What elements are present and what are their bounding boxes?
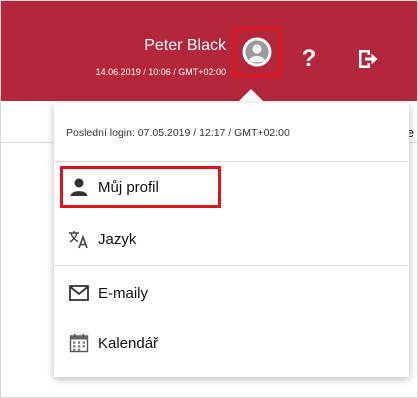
dropdown-caret [237,89,265,103]
menu-item-profile[interactable]: Můj profil [54,167,409,207]
logout-button[interactable] [356,47,380,71]
user-avatar-icon [242,37,272,67]
top-bar: Peter Black 14.06.2019 / 10:06 / GMT+02:… [1,1,417,101]
menu-item-calendar[interactable]: Kalendář [54,323,409,363]
app-window: Peter Black 14.06.2019 / 10:06 / GMT+02:… [0,0,418,398]
translate-icon [68,228,90,250]
menu-item-label: E-maily [98,284,149,302]
help-button[interactable]: ? [297,41,321,77]
logout-icon [359,50,378,68]
divider [54,265,409,266]
user-menu-button[interactable] [233,27,281,77]
menu-item-label: Můj profil [98,178,159,196]
divider [54,161,409,162]
user-dropdown-menu: Poslední login: 07.05.2019 / 12:17 / GMT… [54,103,409,377]
menu-item-emails[interactable]: E-maily [54,273,409,313]
last-login-text: Poslední login: 07.05.2019 / 12:17 / GMT… [66,127,290,139]
user-datetime: 14.06.2019 / 10:06 / GMT+02:00 [95,67,226,77]
envelope-icon [68,282,90,304]
menu-item-label: Jazyk [98,230,137,248]
calendar-icon [68,332,90,354]
user-icon [68,176,90,198]
menu-item-language[interactable]: Jazyk [54,219,409,259]
menu-item-label: Kalendář [98,334,159,352]
user-name: Peter Black [144,37,226,54]
